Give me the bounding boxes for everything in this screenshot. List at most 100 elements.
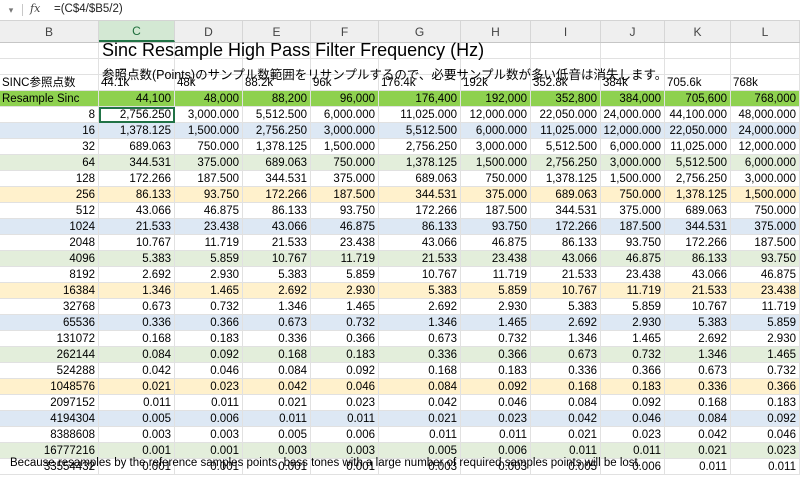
frequency-cell[interactable]: 24,000.000 — [731, 123, 800, 139]
frequency-cell[interactable]: 0.732 — [311, 315, 379, 331]
frequency-cell[interactable]: 0.023 — [461, 411, 531, 427]
frequency-cell[interactable]: 0.042 — [243, 379, 311, 395]
frequency-cell[interactable]: 5.383 — [665, 315, 731, 331]
frequency-cell[interactable]: 0.023 — [175, 379, 243, 395]
frequency-cell[interactable]: 0.042 — [99, 363, 175, 379]
formula-input[interactable]: =(C$4/$B5/2) — [54, 3, 123, 15]
frequency-cell[interactable]: 0.092 — [601, 395, 665, 411]
frequency-cell[interactable]: 689.063 — [99, 139, 175, 155]
frequency-cell[interactable]: 375.000 — [175, 155, 243, 171]
resample-rate-cell[interactable]: 44,100 — [99, 91, 175, 107]
frequency-cell[interactable]: 1,378.125 — [379, 155, 461, 171]
frequency-cell[interactable]: 48,000.000 — [731, 107, 800, 123]
frequency-cell[interactable]: 0.084 — [531, 395, 601, 411]
frequency-cell[interactable]: 0.005 — [99, 411, 175, 427]
frequency-cell[interactable]: 1,500.000 — [601, 171, 665, 187]
frequency-cell[interactable]: 2,756.250 — [665, 171, 731, 187]
frequency-cell[interactable]: 0.023 — [731, 443, 800, 459]
frequency-cell[interactable]: 750.000 — [461, 171, 531, 187]
frequency-cell[interactable]: 23.438 — [601, 267, 665, 283]
frequency-cell[interactable]: 2.692 — [531, 315, 601, 331]
cell[interactable] — [665, 43, 731, 59]
frequency-cell[interactable]: 0.011 — [175, 395, 243, 411]
frequency-cell[interactable]: 11,025.000 — [531, 123, 601, 139]
frequency-cell[interactable]: 0.168 — [243, 347, 311, 363]
frequency-cell[interactable]: 750.000 — [731, 203, 800, 219]
frequency-cell[interactable]: 0.366 — [601, 363, 665, 379]
frequency-cell[interactable]: 1,378.125 — [243, 139, 311, 155]
resample-rate-cell[interactable]: 384,000 — [601, 91, 665, 107]
frequency-cell[interactable]: 23.438 — [311, 235, 379, 251]
frequency-cell[interactable]: 689.063 — [243, 155, 311, 171]
frequency-cell[interactable]: 3,000.000 — [461, 139, 531, 155]
points-cell[interactable]: 512 — [0, 203, 99, 219]
points-cell[interactable]: 524288 — [0, 363, 99, 379]
frequency-cell[interactable]: 1.465 — [601, 331, 665, 347]
cell[interactable] — [0, 43, 99, 59]
frequency-cell[interactable]: 1.346 — [243, 299, 311, 315]
frequency-cell[interactable]: 11.719 — [175, 235, 243, 251]
frequency-cell[interactable]: 21.533 — [243, 235, 311, 251]
frequency-cell[interactable]: 1.465 — [175, 283, 243, 299]
column-header-e[interactable]: E — [243, 21, 311, 42]
frequency-cell[interactable]: 2,756.250 — [531, 155, 601, 171]
frequency-cell[interactable]: 5.859 — [461, 283, 531, 299]
frequency-cell[interactable]: 10.767 — [665, 299, 731, 315]
points-cell[interactable]: 64 — [0, 155, 99, 171]
insert-function-icon[interactable]: fx — [30, 2, 40, 15]
points-cell[interactable]: 1048576 — [0, 379, 99, 395]
points-cell[interactable]: 32768 — [0, 299, 99, 315]
frequency-cell[interactable]: 0.183 — [311, 347, 379, 363]
frequency-cell[interactable]: 375.000 — [461, 187, 531, 203]
frequency-cell[interactable]: 0.183 — [601, 379, 665, 395]
frequency-cell[interactable]: 46.875 — [601, 251, 665, 267]
frequency-cell[interactable]: 0.183 — [731, 395, 800, 411]
frequency-cell[interactable]: 0.183 — [461, 363, 531, 379]
frequency-cell[interactable]: 344.531 — [665, 219, 731, 235]
frequency-cell[interactable]: 0.006 — [175, 411, 243, 427]
frequency-cell[interactable]: 0.003 — [99, 427, 175, 443]
frequency-cell[interactable]: 10.767 — [99, 235, 175, 251]
frequency-cell[interactable]: 2.930 — [175, 267, 243, 283]
frequency-cell[interactable]: 93.750 — [601, 235, 665, 251]
frequency-cell[interactable]: 689.063 — [531, 187, 601, 203]
frequency-cell[interactable]: 43.066 — [243, 219, 311, 235]
frequency-cell[interactable]: 2.692 — [665, 331, 731, 347]
frequency-cell[interactable]: 3,000.000 — [601, 155, 665, 171]
name-box-dropdown-icon[interactable]: ▾ — [0, 0, 22, 20]
frequency-cell[interactable]: 21.533 — [531, 267, 601, 283]
frequency-cell[interactable]: 11.719 — [731, 299, 800, 315]
frequency-cell[interactable]: 0.011 — [379, 427, 461, 443]
cell[interactable] — [0, 59, 99, 75]
frequency-cell[interactable]: 172.266 — [99, 171, 175, 187]
frequency-cell[interactable]: 1.346 — [99, 283, 175, 299]
frequency-cell[interactable]: 0.336 — [665, 379, 731, 395]
frequency-cell[interactable]: 0.168 — [665, 395, 731, 411]
frequency-cell[interactable]: 46.875 — [175, 203, 243, 219]
frequency-cell[interactable]: 187.500 — [601, 219, 665, 235]
frequency-cell[interactable]: 0.336 — [99, 315, 175, 331]
frequency-cell[interactable]: 3,000.000 — [731, 171, 800, 187]
frequency-cell[interactable]: 0.021 — [99, 379, 175, 395]
frequency-cell[interactable]: 0.168 — [379, 363, 461, 379]
sample-rate-cell[interactable]: 705.6k — [665, 75, 731, 91]
frequency-cell[interactable]: 0.092 — [461, 379, 531, 395]
cell[interactable] — [531, 43, 601, 59]
cell[interactable] — [601, 43, 665, 59]
frequency-cell[interactable]: 5,512.500 — [379, 123, 461, 139]
frequency-cell[interactable]: 21.533 — [665, 283, 731, 299]
points-cell[interactable]: 2048 — [0, 235, 99, 251]
column-header-h[interactable]: H — [461, 21, 531, 42]
frequency-cell[interactable]: 44,100.000 — [665, 107, 731, 123]
frequency-cell[interactable]: 0.011 — [99, 395, 175, 411]
frequency-cell[interactable]: 5.859 — [601, 299, 665, 315]
frequency-cell[interactable]: 0.046 — [461, 395, 531, 411]
frequency-cell[interactable]: 0.366 — [461, 347, 531, 363]
frequency-cell[interactable]: 375.000 — [601, 203, 665, 219]
frequency-cell[interactable]: 0.003 — [175, 427, 243, 443]
frequency-cell[interactable]: 0.168 — [531, 379, 601, 395]
frequency-cell[interactable]: 5,512.500 — [531, 139, 601, 155]
frequency-cell[interactable]: 22,050.000 — [531, 107, 601, 123]
frequency-cell[interactable]: 93.750 — [311, 203, 379, 219]
frequency-cell[interactable]: 0.023 — [311, 395, 379, 411]
